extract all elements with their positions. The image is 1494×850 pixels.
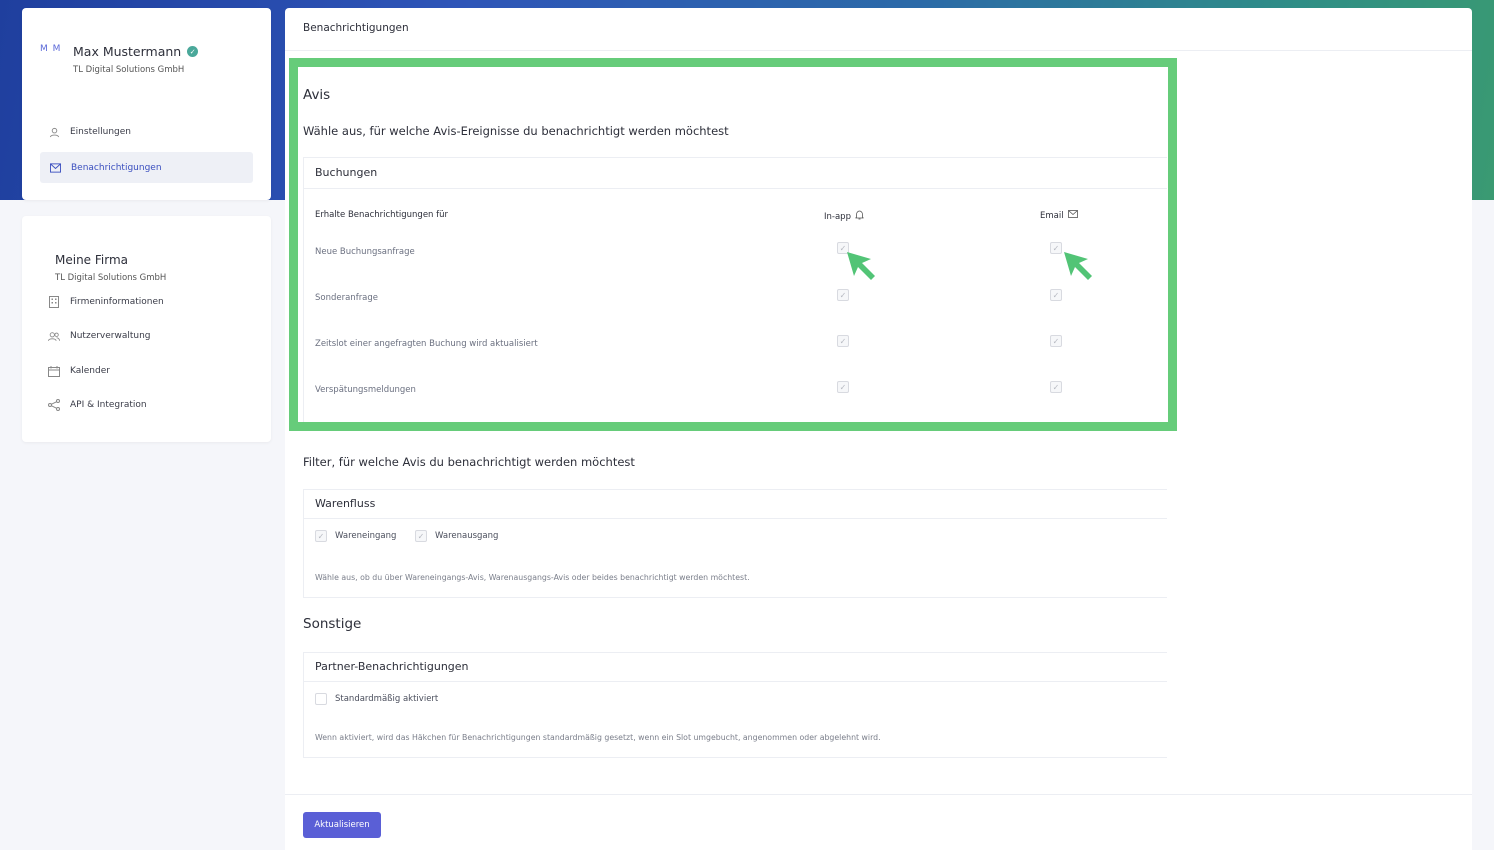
option-warenausgang[interactable]: ✓ Warenausgang bbox=[415, 530, 498, 542]
option-standardmaessig-aktiviert[interactable]: Standardmäßig aktiviert bbox=[315, 693, 438, 705]
sidebar-item-label: Einstellungen bbox=[70, 127, 132, 137]
option-label: Wareneingang bbox=[335, 531, 397, 541]
cursor-arrow-icon bbox=[847, 252, 875, 280]
checkbox-wareneingang[interactable]: ✓ bbox=[315, 530, 327, 542]
company-card: Meine Firma TL Digital Solutions GmbH Fi… bbox=[22, 216, 271, 442]
calendar-icon bbox=[48, 365, 60, 377]
mail-icon bbox=[49, 162, 61, 174]
page-title: Benachrichtigungen bbox=[285, 8, 1472, 51]
option-wareneingang[interactable]: ✓ Wareneingang bbox=[315, 530, 396, 542]
filter-hint: Wähle aus, ob du über Wareneingangs-Avis… bbox=[315, 573, 750, 582]
option-label: Warenausgang bbox=[435, 531, 499, 541]
verified-icon: ✓ bbox=[187, 46, 199, 57]
panel-title: Partner-Benachrichtigungen bbox=[315, 660, 469, 673]
user-icon bbox=[48, 126, 60, 138]
sidebar-item-label: Nutzerverwaltung bbox=[70, 331, 151, 341]
sidebar-item-api-integration[interactable]: API & Integration bbox=[48, 399, 147, 411]
profile-company: TL Digital Solutions GmbH bbox=[73, 65, 185, 75]
sidebar-item-label: Benachrichtigungen bbox=[71, 162, 162, 173]
users-icon bbox=[48, 330, 60, 342]
sidebar-item-einstellungen[interactable]: Einstellungen bbox=[48, 124, 131, 140]
sidebar-item-label: API & Integration bbox=[70, 400, 147, 410]
partner-hint: Wenn aktiviert, wird das Häkchen für Ben… bbox=[315, 733, 881, 742]
share-icon bbox=[48, 399, 60, 411]
main-content: Benachrichtigungen Avis Wähle aus, für w… bbox=[285, 8, 1472, 850]
checkbox-warenausgang[interactable]: ✓ bbox=[415, 530, 427, 542]
partner-panel: Partner-Benachrichtigungen Standardmäßig… bbox=[303, 652, 1167, 758]
profile-name: Max Mustermann ✓ bbox=[73, 44, 199, 59]
sidebar-item-label: Kalender bbox=[70, 366, 110, 376]
cursor-arrow-icon bbox=[1064, 252, 1092, 280]
update-button[interactable]: Aktualisieren bbox=[303, 812, 381, 838]
panel-title: Warenfluss bbox=[315, 497, 376, 510]
building-icon bbox=[48, 296, 60, 308]
profile-card: M M Max Mustermann ✓ TL Digital Solution… bbox=[22, 8, 271, 200]
sidebar-item-nutzerverwaltung[interactable]: Nutzerverwaltung bbox=[48, 330, 151, 342]
sidebar-item-benachrichtigungen[interactable]: Benachrichtigungen bbox=[40, 152, 253, 183]
profile-name-text: Max Mustermann bbox=[73, 44, 182, 59]
option-label: Standardmäßig aktiviert bbox=[335, 694, 439, 704]
sidebar-item-kalender[interactable]: Kalender bbox=[48, 365, 110, 377]
filter-title: Filter, für welche Avis du benachrichtig… bbox=[303, 455, 635, 469]
sidebar-item-label: Firmeninformationen bbox=[70, 297, 164, 307]
sonstige-title: Sonstige bbox=[303, 616, 362, 632]
checkbox-standardmaessig-aktiviert[interactable] bbox=[315, 693, 327, 705]
warenfluss-panel: Warenfluss ✓ Wareneingang ✓ Warenausgang… bbox=[303, 489, 1167, 598]
company-title: Meine Firma bbox=[55, 253, 129, 267]
avatar: M M bbox=[40, 44, 62, 54]
sidebar-item-firmeninformationen[interactable]: Firmeninformationen bbox=[48, 296, 164, 308]
highlight-frame bbox=[289, 58, 1177, 431]
company-subtitle: TL Digital Solutions GmbH bbox=[55, 273, 167, 283]
